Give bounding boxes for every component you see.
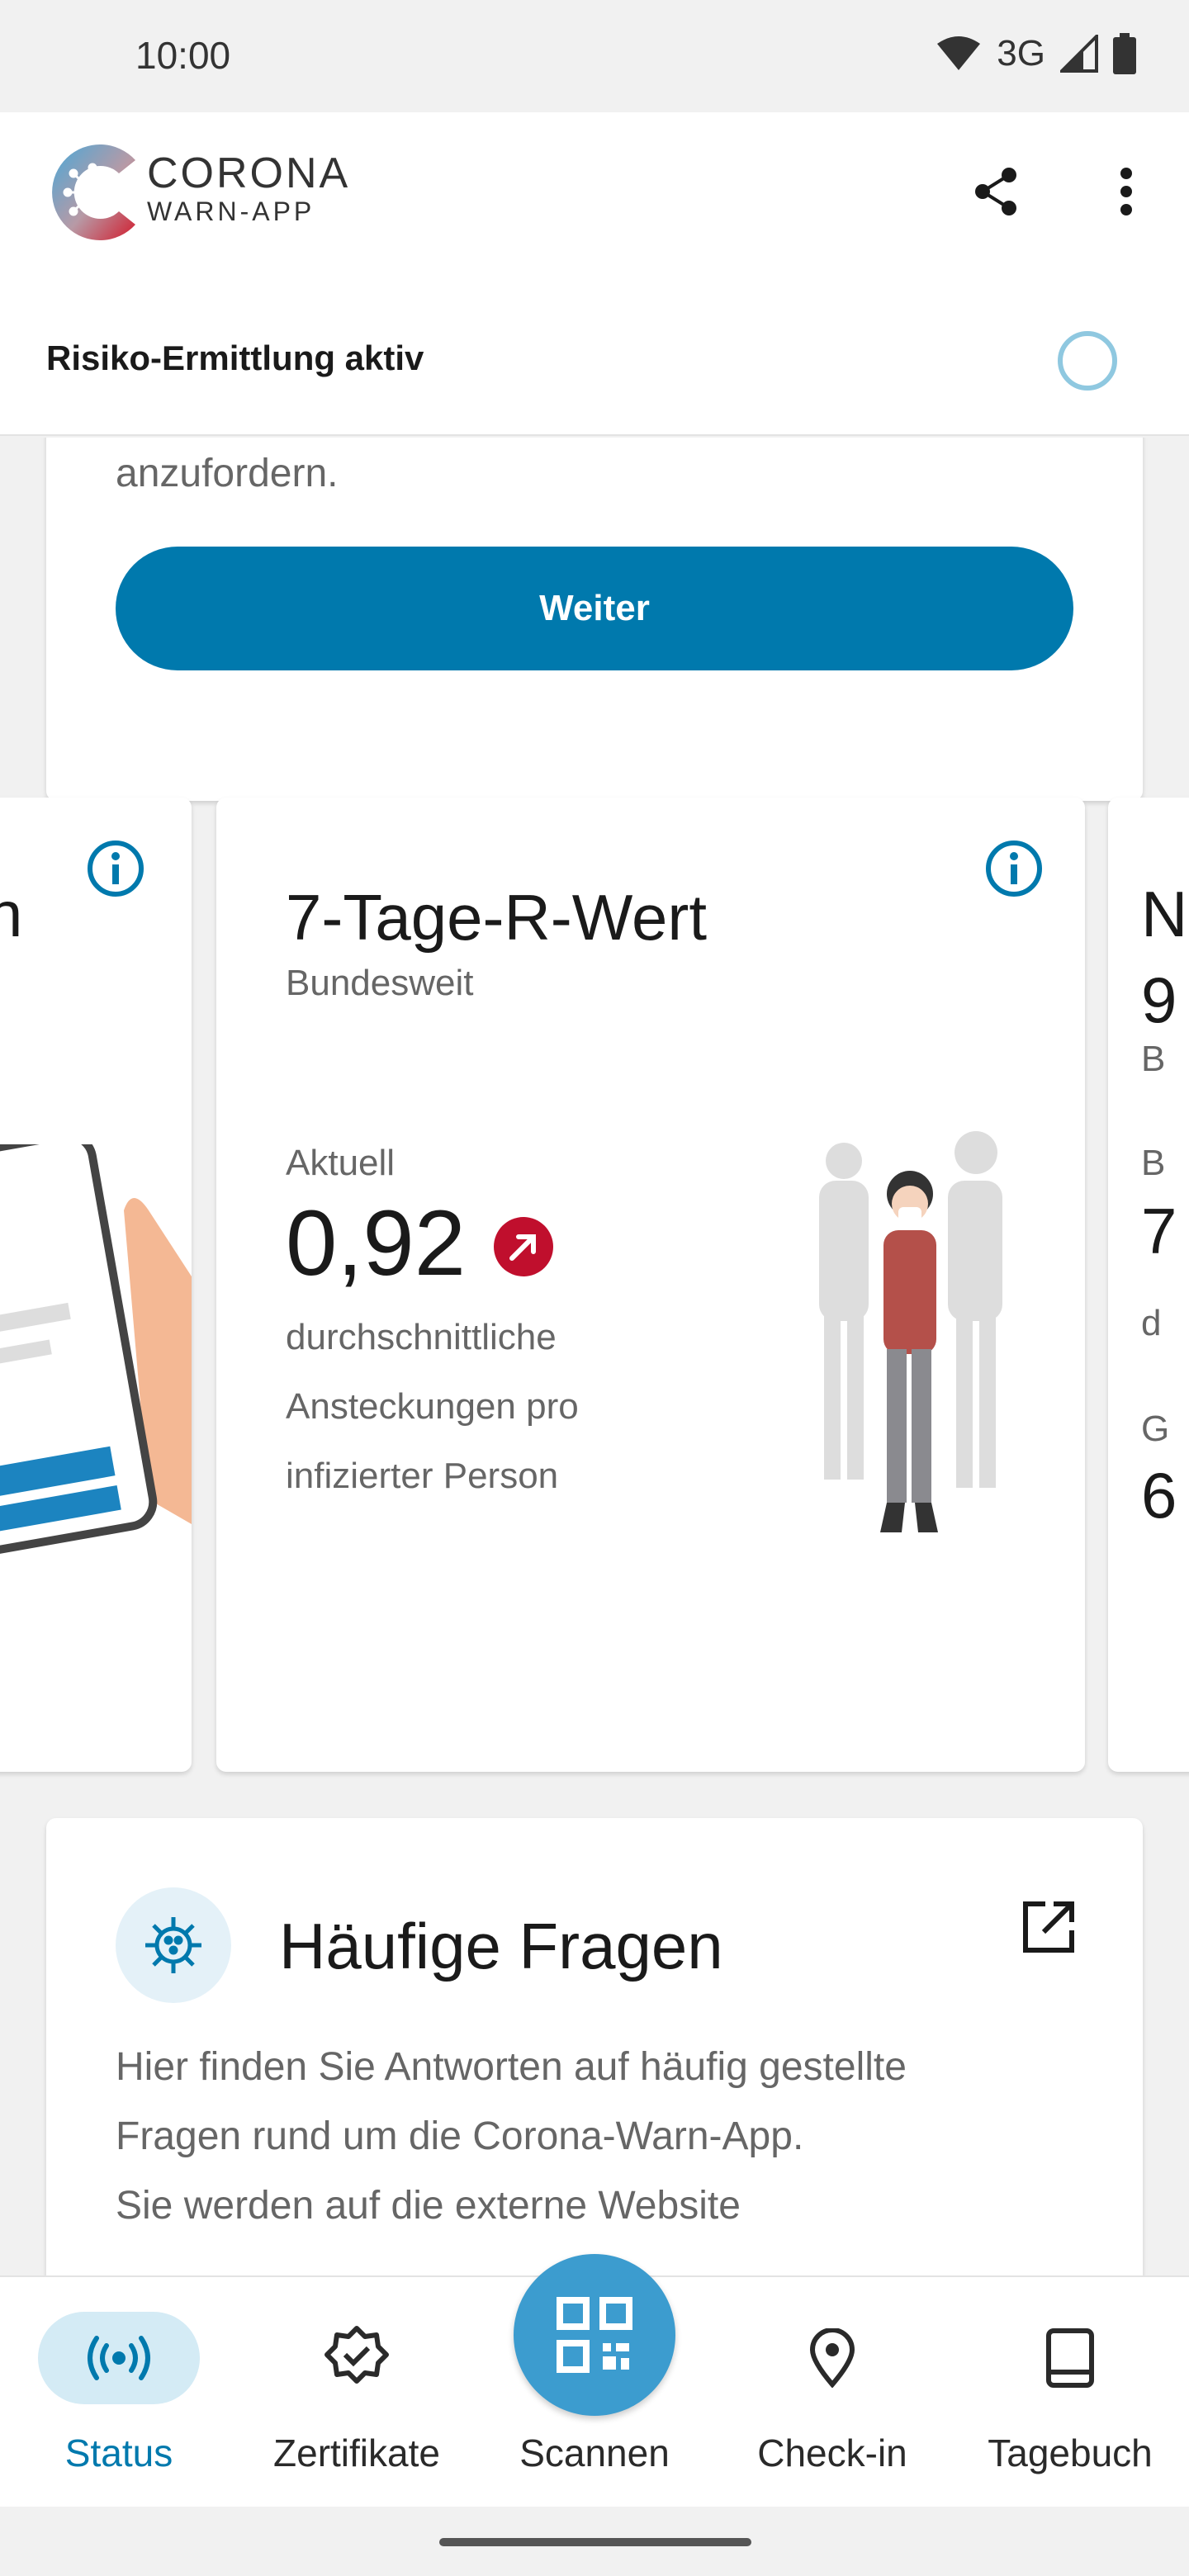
clock: 10:00	[135, 34, 231, 77]
nav-label: Scannen	[519, 2432, 670, 2474]
card-partial-value2: 7	[1141, 1195, 1177, 1267]
nav-label: Tagebuch	[988, 2432, 1153, 2474]
network-type: 3G	[997, 33, 1045, 73]
corona-warn-app-logo	[52, 144, 135, 240]
statistics-card-next[interactable]: N 9 B B 7 d G 6	[1108, 798, 1189, 1772]
card-partial-value: 9	[1141, 964, 1177, 1036]
info-icon	[986, 841, 1042, 897]
gesture-navigation-area	[0, 2507, 1189, 2576]
scan-fab-button[interactable]	[514, 2254, 675, 2416]
hand-phone-illustration	[0, 1144, 192, 1556]
wifi-icon	[937, 36, 981, 70]
nav-label: Check-in	[757, 2432, 907, 2474]
continue-button[interactable]: Weiter	[116, 547, 1073, 670]
info-button[interactable]	[86, 839, 145, 898]
r-value-description: durchschnittliche Ansteckungen pro infiz…	[286, 1317, 579, 1496]
share-button[interactable]	[966, 162, 1026, 221]
faq-card[interactable]: Häufige Fragen Hier finden Sie Antworten…	[46, 1818, 1143, 2275]
cell-signal-icon	[1060, 35, 1098, 73]
nav-item-tagebuch[interactable]: Tagebuch	[951, 2277, 1189, 2508]
risk-status-bar[interactable]: Risiko-Ermittlung aktiv	[0, 297, 1189, 436]
r-value-statistics-card[interactable]: 7-Tage-R-Wert Bundesweit Aktuell 0,92 du…	[216, 798, 1085, 1772]
app-header: CORONA WARN-APP	[0, 112, 1189, 297]
card-tail-text: anzufordern.	[116, 452, 339, 495]
battery-icon	[1113, 33, 1136, 74]
brand-line1: CORONA	[147, 149, 351, 197]
info-button[interactable]	[984, 839, 1044, 898]
brand-line2: WARN-APP	[147, 197, 315, 226]
faq-description: Hier finden Sie Antworten auf häufig ges…	[116, 2033, 1090, 2241]
loading-spinner-icon	[1058, 331, 1117, 391]
card-partial-label: B	[1141, 1143, 1166, 1183]
r-value: 0,92	[286, 1191, 466, 1295]
statistics-card-previous[interactable]: n	[0, 798, 192, 1772]
system-status-bar: 10:00 3G	[0, 0, 1189, 112]
nav-item-zertifikate[interactable]: Zertifikate	[238, 2277, 476, 2508]
card-partial-value3: 6	[1141, 1459, 1177, 1532]
card-title: 7-Tage-R-Wert	[286, 881, 708, 954]
home-scroll-content[interactable]: anzufordern. Weiter n 7-Tage-R-Wert Bund…	[0, 438, 1189, 2275]
nav-item-status[interactable]: Status	[0, 2277, 238, 2508]
status-icon	[38, 2312, 200, 2404]
share-icon	[975, 168, 1016, 215]
virus-icon	[116, 1887, 231, 2003]
faq-title: Häufige Fragen	[279, 1910, 723, 1982]
risk-status-label: Risiko-Ermittlung aktiv	[46, 339, 424, 377]
faq-text-line: Sie werden auf die externe Website	[116, 2184, 741, 2228]
card-subtitle: Bundesweit	[286, 963, 474, 1003]
faq-text-line: Hier finden Sie Antworten auf häufig ges…	[116, 2045, 907, 2089]
more-vert-icon	[1120, 168, 1132, 215]
overflow-menu-button[interactable]	[1100, 162, 1153, 221]
nav-label: Status	[64, 2432, 173, 2474]
card-partial-label3: G	[1141, 1409, 1170, 1449]
certificate-icon	[276, 2312, 438, 2404]
test-register-card: anzufordern. Weiter	[46, 438, 1143, 801]
faq-text-line: Fragen rund um die Corona-Warn-App.	[116, 2114, 804, 2158]
card-partial-small: d	[1141, 1303, 1162, 1343]
qr-scan-icon	[557, 2297, 632, 2373]
book-icon	[989, 2312, 1151, 2404]
gesture-handle[interactable]	[439, 2538, 751, 2546]
system-indicators: 3G	[936, 33, 1136, 74]
location-pin-icon	[751, 2312, 913, 2404]
info-icon	[88, 841, 144, 897]
nav-item-check-in[interactable]: Check-in	[713, 2277, 951, 2508]
card-partial-title: n	[0, 878, 23, 950]
brand-wordmark: CORONA WARN-APP	[147, 150, 350, 226]
card-partial-sub: B	[1141, 1039, 1166, 1079]
card-partial-title: N	[1141, 878, 1188, 950]
nav-label: Zertifikate	[273, 2432, 440, 2474]
trend-up-icon	[494, 1217, 553, 1276]
people-illustration	[819, 1131, 1002, 1532]
external-link-icon	[1016, 1894, 1082, 1960]
current-label: Aktuell	[286, 1143, 396, 1183]
